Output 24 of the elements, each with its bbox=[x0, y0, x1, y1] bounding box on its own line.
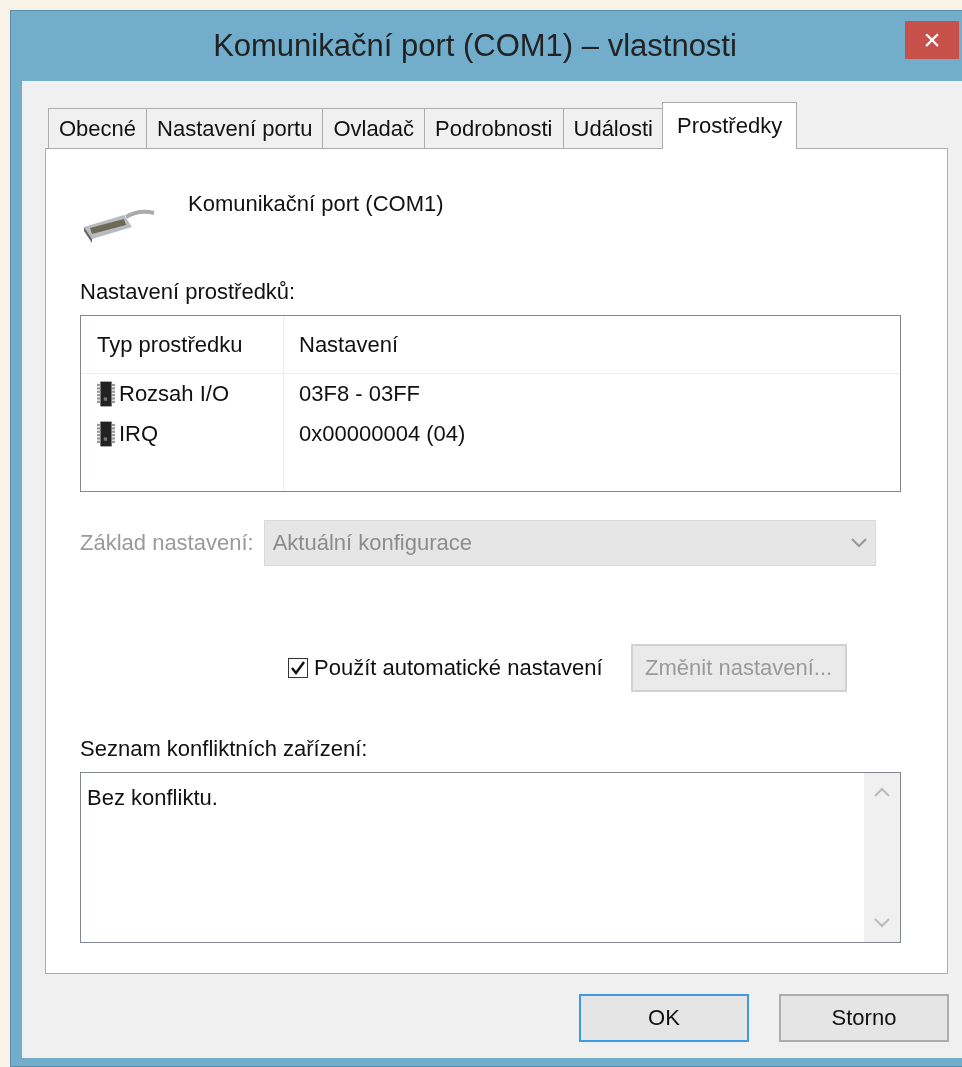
chip-icon bbox=[97, 421, 115, 447]
chip-icon bbox=[97, 381, 115, 407]
checkbox-label[interactable]: Použít automatické nastavení bbox=[314, 655, 603, 681]
conflict-list-field[interactable]: Bez konfliktu. bbox=[80, 772, 901, 943]
window-title: Komunikační port (COM1) – vlastnosti bbox=[213, 28, 737, 64]
dialog-button[interactable]: Storno bbox=[779, 994, 949, 1042]
chevron-icon bbox=[850, 538, 867, 548]
table-cell: 03F8 - 03FF bbox=[299, 381, 421, 407]
table-cell: Rozsah I/O bbox=[119, 381, 230, 407]
field-label: Základ nastavení: bbox=[80, 530, 254, 556]
device-name: Komunikační port (COM1) bbox=[188, 191, 444, 217]
scroll-up-icon[interactable] bbox=[874, 787, 890, 797]
checkbox[interactable] bbox=[288, 658, 308, 678]
section-label: Nastavení prostředků: bbox=[80, 279, 297, 305]
section-label: Seznam konfliktních zařízení: bbox=[80, 736, 369, 762]
tab[interactable]: Prostředky bbox=[662, 102, 798, 149]
scroll-down-icon[interactable] bbox=[874, 918, 890, 928]
dialog-button[interactable]: OK bbox=[579, 994, 749, 1042]
column-header[interactable]: Nastavení bbox=[283, 316, 900, 374]
tab[interactable]: Obecné bbox=[48, 108, 148, 148]
close-button[interactable]: × bbox=[905, 21, 959, 59]
table-cell: IRQ bbox=[119, 421, 159, 447]
column-header[interactable]: Typ prostředku bbox=[81, 316, 283, 374]
table-cell: 0x00000004 (04) bbox=[299, 421, 466, 447]
